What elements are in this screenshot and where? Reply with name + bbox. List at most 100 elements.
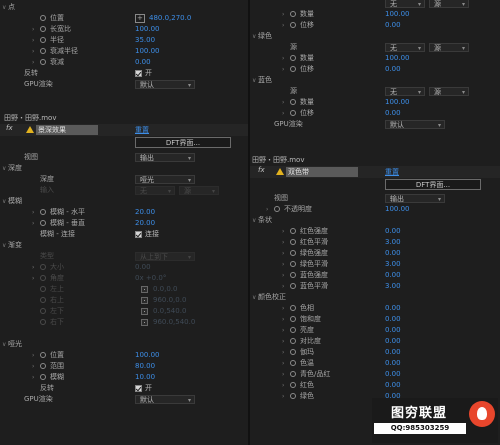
effect-header-dual-band[interactable]: fx 双色带 重置: [250, 166, 500, 178]
stopwatch-icon[interactable]: [40, 363, 46, 369]
dropdown[interactable]: 输出 ▾: [385, 194, 445, 203]
stopwatch-icon[interactable]: [290, 360, 296, 366]
stopwatch-icon[interactable]: [40, 209, 46, 215]
twirl-closed-icon[interactable]: ›: [282, 281, 284, 292]
property-value[interactable]: 100.00: [135, 46, 160, 57]
dropdown[interactable]: 无 ▾: [385, 87, 425, 96]
point-control-icon[interactable]: [141, 286, 148, 293]
property-value[interactable]: 0.00: [385, 347, 401, 358]
twirl-open-icon[interactable]: ∨: [252, 31, 256, 42]
twirl-open-icon[interactable]: ∨: [252, 75, 256, 86]
twirl-open-icon[interactable]: ∨: [2, 196, 6, 207]
property-value[interactable]: 100.00: [135, 350, 160, 361]
dropdown[interactable]: 哑光 ▾: [135, 175, 195, 184]
dropdown[interactable]: 默认 ▾: [385, 120, 445, 129]
stopwatch-icon[interactable]: [290, 316, 296, 322]
stopwatch-icon[interactable]: [290, 228, 296, 234]
property-value[interactable]: 960.0,0.0: [153, 295, 186, 306]
property-value[interactable]: 10.00: [135, 372, 155, 383]
property-value[interactable]: 0.00: [385, 20, 401, 31]
dropdown[interactable]: 源 ▾: [179, 186, 219, 195]
twirl-closed-icon[interactable]: ›: [266, 204, 268, 215]
twirl-closed-icon[interactable]: ›: [32, 35, 34, 46]
stopwatch-icon[interactable]: [290, 393, 296, 399]
property-value[interactable]: 0.00: [385, 303, 401, 314]
twirl-closed-icon[interactable]: ›: [282, 336, 284, 347]
stopwatch-icon[interactable]: [290, 327, 296, 333]
point-control-icon[interactable]: [141, 297, 148, 304]
stopwatch-icon[interactable]: [40, 286, 46, 292]
twirl-open-icon[interactable]: ∨: [252, 215, 256, 226]
property-value[interactable]: 20.00: [135, 207, 155, 218]
property-value[interactable]: 100.00: [385, 53, 410, 64]
stopwatch-icon[interactable]: [40, 48, 46, 54]
twirl-open-icon[interactable]: ∨: [2, 2, 6, 13]
stopwatch-icon[interactable]: [40, 59, 46, 65]
checkbox[interactable]: [135, 231, 142, 238]
twirl-closed-icon[interactable]: ›: [32, 57, 34, 68]
property-value[interactable]: 0.00: [385, 108, 401, 119]
stopwatch-icon[interactable]: [290, 305, 296, 311]
dropdown[interactable]: 输出 ▾: [135, 153, 195, 162]
twirl-closed-icon[interactable]: ›: [32, 207, 34, 218]
stopwatch-icon[interactable]: [40, 220, 46, 226]
stopwatch-icon[interactable]: [40, 37, 46, 43]
twirl-closed-icon[interactable]: ›: [282, 369, 284, 380]
twirl-closed-icon[interactable]: ›: [282, 108, 284, 119]
twirl-closed-icon[interactable]: ›: [32, 218, 34, 229]
twirl-closed-icon[interactable]: ›: [282, 53, 284, 64]
stopwatch-icon[interactable]: [40, 26, 46, 32]
twirl-closed-icon[interactable]: ›: [32, 361, 34, 372]
property-value[interactable]: 0.00: [385, 336, 401, 347]
effect-header-depth-of-field[interactable]: fx 景深效果 重置: [0, 124, 248, 136]
point-control-icon[interactable]: [141, 308, 148, 315]
stopwatch-icon[interactable]: [290, 66, 296, 72]
twirl-closed-icon[interactable]: ›: [282, 64, 284, 75]
dropdown[interactable]: 默认 ▾: [135, 395, 195, 404]
twirl-closed-icon[interactable]: ›: [282, 303, 284, 314]
dropdown[interactable]: 源 ▾: [429, 43, 469, 52]
property-value[interactable]: 0.00: [385, 369, 401, 380]
property-value[interactable]: 0.00: [385, 314, 401, 325]
stopwatch-icon[interactable]: [290, 55, 296, 61]
stopwatch-icon[interactable]: [290, 261, 296, 267]
twirl-closed-icon[interactable]: ›: [282, 270, 284, 281]
dropdown[interactable]: 无 ▾: [135, 186, 175, 195]
stopwatch-icon[interactable]: [40, 319, 46, 325]
stopwatch-icon[interactable]: [290, 11, 296, 17]
twirl-closed-icon[interactable]: ›: [32, 372, 34, 383]
stopwatch-icon[interactable]: [290, 338, 296, 344]
stopwatch-icon[interactable]: [290, 349, 296, 355]
stopwatch-icon[interactable]: [40, 275, 46, 281]
twirl-closed-icon[interactable]: ›: [282, 325, 284, 336]
twirl-closed-icon[interactable]: ›: [32, 46, 34, 57]
stopwatch-icon[interactable]: [290, 22, 296, 28]
property-value[interactable]: 0.0,0.0: [153, 284, 178, 295]
twirl-closed-icon[interactable]: ›: [282, 314, 284, 325]
stopwatch-icon[interactable]: [290, 382, 296, 388]
stopwatch-icon[interactable]: [40, 308, 46, 314]
property-value[interactable]: 100.00: [385, 9, 410, 20]
twirl-closed-icon[interactable]: ›: [32, 262, 34, 273]
stopwatch-icon[interactable]: [40, 264, 46, 270]
stopwatch-icon[interactable]: [290, 99, 296, 105]
stopwatch-icon[interactable]: [40, 15, 46, 21]
property-value[interactable]: 0.00: [385, 325, 401, 336]
stopwatch-icon[interactable]: [290, 110, 296, 116]
property-value[interactable]: 0.00: [385, 270, 401, 281]
property-value[interactable]: 0.00: [135, 262, 151, 273]
twirl-closed-icon[interactable]: ›: [282, 259, 284, 270]
property-value[interactable]: 0x +0.0°: [135, 273, 166, 284]
checkbox[interactable]: [135, 385, 142, 392]
checkbox[interactable]: [135, 70, 142, 77]
property-value[interactable]: 80.00: [135, 361, 155, 372]
dropdown[interactable]: 无 ▾: [385, 0, 425, 8]
twirl-closed-icon[interactable]: ›: [282, 347, 284, 358]
crosshair-icon[interactable]: [135, 13, 145, 24]
property-value[interactable]: 960.0,540.0: [153, 317, 195, 328]
property-value[interactable]: 3.00: [385, 259, 401, 270]
stopwatch-icon[interactable]: [290, 239, 296, 245]
property-value[interactable]: 0.00: [385, 248, 401, 259]
stopwatch-icon[interactable]: [290, 283, 296, 289]
property-value[interactable]: 35.00: [135, 35, 155, 46]
